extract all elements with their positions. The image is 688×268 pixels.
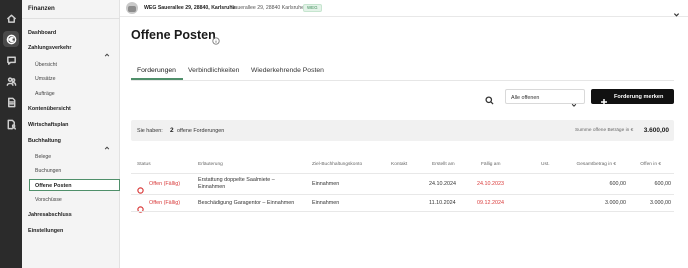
row-erstellt: 24.10.2024 [429,181,456,187]
sidebar-title: Finanzen [28,5,55,12]
row-gesamt: 600,00 [609,181,627,187]
property-type-badge: WEG [303,4,322,12]
sidebar-item-kontenuebersicht[interactable]: Kontenübersicht [28,106,71,112]
document-icon[interactable] [3,94,19,110]
summary-count: 2 [170,126,174,134]
row-faellig: 24.10.2023 [477,181,504,187]
sidebar-item-einstellungen[interactable]: Einstellungen [28,228,63,234]
column-header-gesamt: Gesamtbetrag in € [576,162,616,167]
summary-label: Sie haben: [137,127,163,134]
chevron-up-icon[interactable] [104,138,110,150]
property-address: Sauerallee 29, 28840 Karlsruhe [231,5,304,11]
add-forderung-label: Forderung merken [614,93,664,100]
row-offen: 3.000,00 [650,200,671,206]
sidebar-divider [22,18,120,19]
document-user-icon[interactable] [3,116,19,132]
sidebar-item-zahlungsverkehr[interactable]: Zahlungsverkehr [28,45,71,51]
column-header-erlaeuterung: Erläuterung [198,162,223,167]
chat-icon[interactable] [3,52,19,68]
row-erlaeuterung-cont: Einnahmen [198,184,226,190]
column-header-konto: Ziel-Buchhaltungskonto [312,162,363,167]
people-icon[interactable] [3,73,19,89]
home-icon[interactable] [3,10,19,26]
table-row-divider [131,194,674,195]
row-erlaeuterung: Erstattung doppelte Saalmiete – [198,177,275,183]
table-row-divider [131,211,674,212]
chevron-up-icon[interactable] [104,45,110,57]
row-konto: Einnahmen [312,181,340,187]
status-filter-select[interactable]: Alle offenen [505,89,585,107]
chevron-down-icon [571,95,577,107]
row-faellig: 09.12.2024 [477,200,504,206]
summary-text: offene Forderungen [177,127,225,134]
status-filter-value: Alle offenen [511,94,540,101]
tab-wiederkehrende-posten[interactable]: Wiederkehrende Posten [251,67,324,74]
chevron-down-icon[interactable] [673,5,680,17]
icon-rail [0,0,22,268]
summary-bar: Sie haben: 2 offene Forderungen Summe of… [131,120,674,141]
row-erstellt: 11.10.2024 [429,200,456,206]
sidebar-item-buchhaltung[interactable]: Buchhaltung [28,138,61,144]
row-konto: Einnahmen [312,200,340,206]
tabs-divider [131,80,674,81]
column-header-ust: Ust. [541,162,550,167]
property-name[interactable]: WEG Sauerallee 29, 28840, Karlsruhe [144,5,235,11]
sidebar-item-jahresabschluss[interactable]: Jahresabschluss [28,212,72,218]
row-erlaeuterung: Beschädigung Garagentor – Einnahmen [198,200,295,206]
property-avatar [126,2,138,14]
sidebar-item-buchungen[interactable]: Buchungen [35,168,61,174]
sidebar-item-offene-posten[interactable]: Offene Posten [29,179,120,191]
sidebar-item-vorschuesse[interactable]: Vorschüsse [35,197,62,203]
table-header-divider [131,173,674,174]
sidebar-item-uebersicht[interactable]: Übersicht [35,62,57,68]
info-icon[interactable] [212,32,220,45]
row-status: Offen (Fällig) [149,181,181,187]
row-status: Offen (Fällig) [149,200,181,206]
tab-verbindlichkeiten[interactable]: Verbindlichkeiten [188,67,239,74]
euro-icon[interactable] [3,31,19,47]
search-icon[interactable] [485,92,494,105]
tab-forderungen[interactable]: Forderungen [137,67,176,74]
column-header-kontakt: Kontakt [391,162,408,167]
row-gesamt: 3.000,00 [605,200,626,206]
add-forderung-button[interactable]: Forderung merken [591,89,674,105]
sidebar-item-auftraege[interactable]: Aufträge [35,91,55,97]
status-circle-icon [137,200,144,213]
plus-icon [600,93,608,105]
sidebar: Finanzen Dashboard Zahlungsverkehr Übers… [22,0,120,268]
page-title: Offene Posten [131,28,216,42]
sidebar-item-dashboard[interactable]: Dashboard [28,30,56,36]
active-tab-indicator [131,78,183,80]
summary-sum-value: 3.600,00 [643,126,669,134]
column-header-erstellt: Erstellt am [432,162,455,167]
column-header-faellig: Fällig am [481,162,501,167]
topbar: WEG Sauerallee 29, 28840, Karlsruhe Saue… [120,0,688,17]
summary-sum-label: Summe offene Beträge in € [575,128,634,133]
row-offen: 600,00 [654,181,672,187]
status-circle-icon [137,181,144,194]
sidebar-item-umsaetze[interactable]: Umsätze [35,76,55,82]
sidebar-item-wirtschaftsplan[interactable]: Wirtschaftsplan [28,122,68,128]
sidebar-item-belege[interactable]: Belege [35,154,51,160]
column-header-status: Status [137,162,151,167]
column-header-offen: Offen in € [640,162,661,167]
sidebar-item-label: Offene Posten [35,182,72,189]
